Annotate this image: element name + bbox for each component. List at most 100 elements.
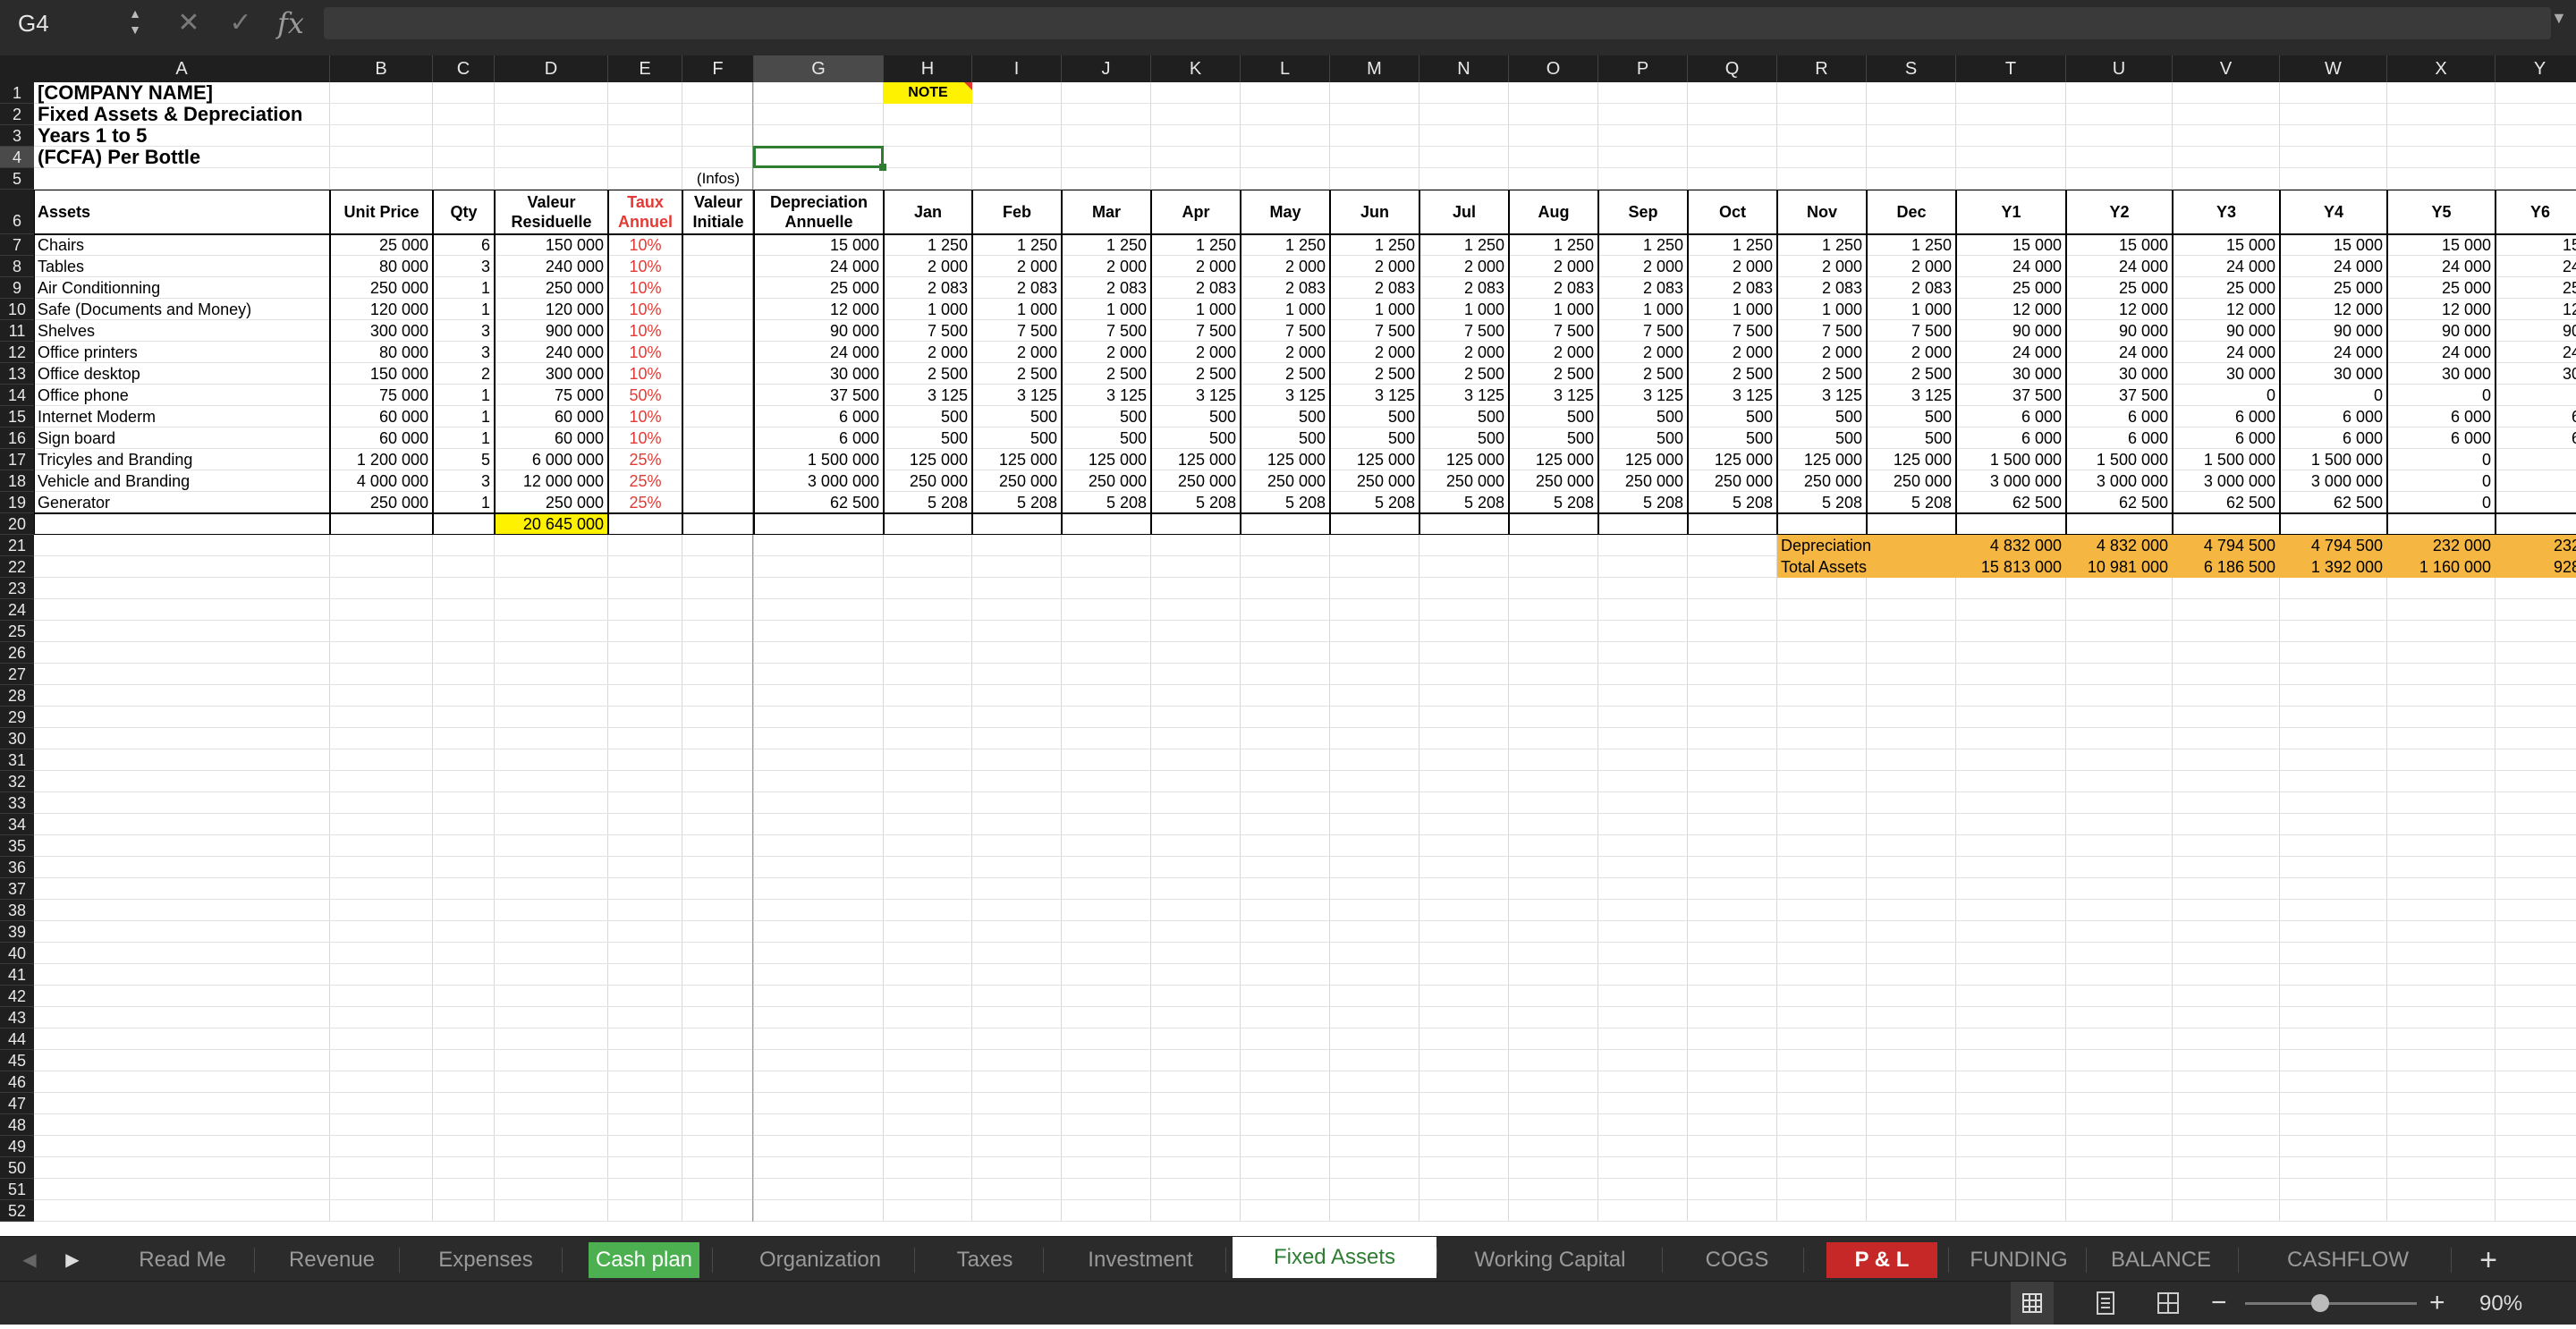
zoom-in-icon[interactable]: + <box>2429 1287 2445 1319</box>
scroll-left-icon[interactable]: ◀ <box>16 1242 43 1278</box>
scroll-right-icon[interactable]: ▶ <box>59 1242 86 1278</box>
row-header-15[interactable]: 15 <box>0 406 34 427</box>
tab-p-l[interactable]: P & L <box>1826 1242 1937 1278</box>
tab-expenses[interactable]: Expenses <box>410 1242 562 1278</box>
column-header-b[interactable]: B <box>330 55 433 82</box>
row-header-42[interactable]: 42 <box>0 986 34 1007</box>
tab-funding[interactable]: FUNDING <box>1952 1242 2086 1278</box>
row-header-32[interactable]: 32 <box>0 771 34 792</box>
row-header-5[interactable]: 5 <box>0 168 34 190</box>
column-header-j[interactable]: J <box>1062 55 1151 82</box>
column-header-u[interactable]: U <box>2066 55 2173 82</box>
tab-taxes[interactable]: Taxes <box>927 1242 1043 1278</box>
row-header-41[interactable]: 41 <box>0 964 34 986</box>
note-comment-marker[interactable] <box>964 82 972 90</box>
tab-revenue[interactable]: Revenue <box>265 1242 399 1278</box>
column-header-m[interactable]: M <box>1330 55 1419 82</box>
tab-cogs[interactable]: COGS <box>1671 1242 1803 1278</box>
select-all-corner[interactable] <box>0 55 35 82</box>
tab-working-capital[interactable]: Working Capital <box>1438 1242 1662 1278</box>
column-header-i[interactable]: I <box>972 55 1062 82</box>
tab-fixed-assets[interactable]: Fixed Assets <box>1233 1237 1436 1278</box>
column-header-c[interactable]: C <box>433 55 495 82</box>
column-header-h[interactable]: H <box>884 55 972 82</box>
zoom-slider-handle[interactable] <box>2311 1294 2329 1312</box>
confirm-icon[interactable]: ✓ <box>225 7 256 39</box>
row-header-14[interactable]: 14 <box>0 385 34 406</box>
column-header-k[interactable]: K <box>1151 55 1241 82</box>
column-header-x[interactable]: X <box>2387 55 2496 82</box>
row-header-29[interactable]: 29 <box>0 707 34 728</box>
selected-cell-g4[interactable] <box>753 146 884 168</box>
row-header-3[interactable]: 3 <box>0 125 34 147</box>
row-header-35[interactable]: 35 <box>0 835 34 857</box>
row-header-45[interactable]: 45 <box>0 1050 34 1071</box>
row-header-38[interactable]: 38 <box>0 900 34 921</box>
row-header-4[interactable]: 4 <box>0 147 34 168</box>
row-header-48[interactable]: 48 <box>0 1114 34 1136</box>
page-break-button[interactable] <box>2147 1282 2190 1325</box>
selection-handle[interactable] <box>879 164 886 171</box>
row-header-7[interactable]: 7 <box>0 234 34 256</box>
column-header-a[interactable]: A <box>34 55 330 82</box>
row-header-37[interactable]: 37 <box>0 878 34 900</box>
row-header-36[interactable]: 36 <box>0 857 34 878</box>
row-header-44[interactable]: 44 <box>0 1028 34 1050</box>
column-header-f[interactable]: F <box>682 55 754 82</box>
row-header-33[interactable]: 33 <box>0 792 34 814</box>
row-header-6[interactable]: 6 <box>0 190 34 234</box>
add-sheet-icon[interactable]: + <box>2470 1242 2506 1278</box>
row-header-31[interactable]: 31 <box>0 749 34 771</box>
row-header-9[interactable]: 9 <box>0 277 34 299</box>
row-header-51[interactable]: 51 <box>0 1179 34 1200</box>
row-header-26[interactable]: 26 <box>0 642 34 664</box>
row-header-16[interactable]: 16 <box>0 427 34 449</box>
column-header-o[interactable]: O <box>1509 55 1598 82</box>
row-header-1[interactable]: 1 <box>0 82 34 104</box>
tab-cash-plan[interactable]: Cash plan <box>589 1242 699 1278</box>
row-header-20[interactable]: 20 <box>0 513 34 535</box>
row-header-10[interactable]: 10 <box>0 299 34 320</box>
column-header-p[interactable]: P <box>1598 55 1688 82</box>
column-header-l[interactable]: L <box>1241 55 1330 82</box>
spreadsheet-grid[interactable]: A B C D E F G H I J K L M N O P Q R S T U V W X Y 1 2 3 4 5 6 7 8 9 10 11 12… <box>0 55 2576 1236</box>
row-header-27[interactable]: 27 <box>0 664 34 685</box>
name-box-stepper-icon[interactable]: ▲ ▼ <box>125 5 145 41</box>
row-header-40[interactable]: 40 <box>0 943 34 964</box>
tab-organization[interactable]: Organization <box>726 1242 914 1278</box>
row-header-17[interactable]: 17 <box>0 449 34 470</box>
row-header-39[interactable]: 39 <box>0 921 34 943</box>
row-header-28[interactable]: 28 <box>0 685 34 707</box>
column-header-r[interactable]: R <box>1777 55 1867 82</box>
row-header-2[interactable]: 2 <box>0 104 34 125</box>
column-header-e[interactable]: E <box>608 55 682 82</box>
zoom-slider[interactable] <box>2245 1302 2417 1305</box>
page-layout-button[interactable] <box>2084 1282 2127 1325</box>
row-header-24[interactable]: 24 <box>0 599 34 621</box>
chevron-down-icon[interactable]: ▼ <box>2551 9 2567 28</box>
row-header-13[interactable]: 13 <box>0 363 34 385</box>
zoom-level[interactable]: 90% <box>2479 1291 2522 1317</box>
column-header-v[interactable]: V <box>2173 55 2280 82</box>
row-header-52[interactable]: 52 <box>0 1200 34 1222</box>
function-icon[interactable]: fx <box>277 5 304 41</box>
column-header-q[interactable]: Q <box>1688 55 1777 82</box>
column-header-y[interactable]: Y <box>2496 55 2576 82</box>
tab-cashflow[interactable]: CASHFLOW <box>2245 1242 2451 1278</box>
row-header-49[interactable]: 49 <box>0 1136 34 1157</box>
row-header-43[interactable]: 43 <box>0 1007 34 1028</box>
column-header-t[interactable]: T <box>1956 55 2066 82</box>
cancel-icon[interactable]: ✕ <box>175 7 202 39</box>
column-header-w[interactable]: W <box>2280 55 2387 82</box>
column-header-s[interactable]: S <box>1867 55 1956 82</box>
tab-balance[interactable]: BALANCE <box>2084 1242 2238 1278</box>
row-header-46[interactable]: 46 <box>0 1071 34 1093</box>
formula-input[interactable] <box>324 7 2551 39</box>
row-header-30[interactable]: 30 <box>0 728 34 749</box>
column-header-d[interactable]: D <box>495 55 608 82</box>
row-header-8[interactable]: 8 <box>0 256 34 277</box>
column-header-g[interactable]: G <box>754 55 884 82</box>
row-header-22[interactable]: 22 <box>0 556 34 578</box>
row-header-25[interactable]: 25 <box>0 621 34 642</box>
row-header-47[interactable]: 47 <box>0 1093 34 1114</box>
